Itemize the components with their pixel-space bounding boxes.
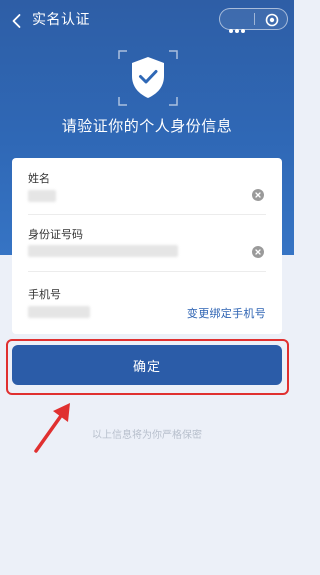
clear-name-icon[interactable] <box>252 189 264 201</box>
name-value-redacted <box>28 190 56 202</box>
shield-check-icon <box>118 50 178 106</box>
back-arrow-icon[interactable] <box>9 13 25 29</box>
more-dots-icon[interactable] <box>229 18 247 33</box>
name-field[interactable]: 姓名 <box>12 158 282 214</box>
phone-field: 手机号 变更绑定手机号 <box>12 272 282 334</box>
id-number-field[interactable]: 身份证号码 <box>12 215 282 271</box>
name-label: 姓名 <box>28 172 50 185</box>
id-number-value-redacted <box>28 245 178 257</box>
phone-value-redacted <box>28 306 90 318</box>
clear-id-number-icon[interactable] <box>252 246 264 258</box>
miniprogram-capsule <box>219 8 288 33</box>
confirm-button[interactable]: 确定 <box>12 345 282 385</box>
phone-label: 手机号 <box>28 288 61 301</box>
page-title: 实名认证 <box>32 12 90 28</box>
capsule-divider <box>254 13 255 25</box>
privacy-note: 以上信息将为你严格保密 <box>92 430 202 441</box>
identity-form-card: 姓名 身份证号码 手机号 变更绑定手机号 <box>12 158 282 334</box>
change-phone-link[interactable]: 变更绑定手机号 <box>187 305 266 321</box>
id-number-label: 身份证号码 <box>28 228 83 241</box>
close-miniprogram-icon[interactable] <box>265 13 279 27</box>
hero-title: 请验证你的个人身份信息 <box>61 117 233 135</box>
